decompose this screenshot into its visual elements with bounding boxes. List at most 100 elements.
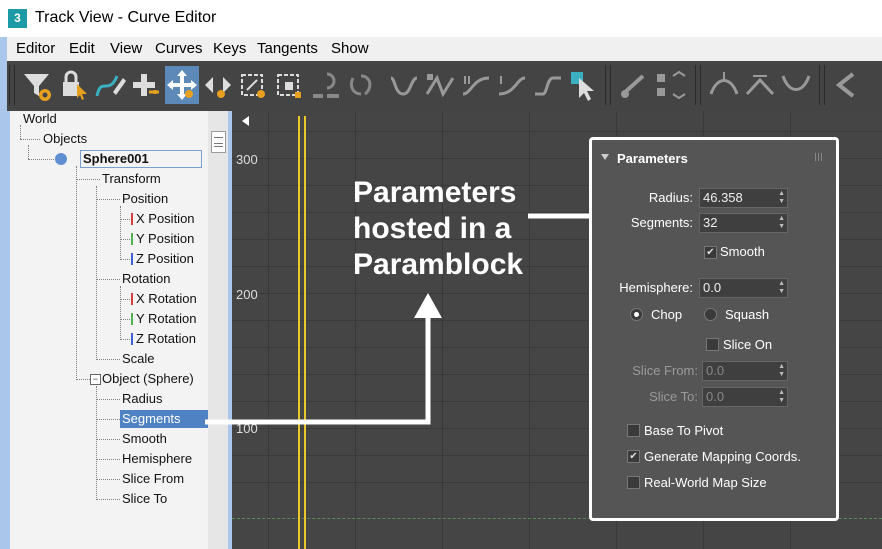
window-title: Track View - Curve Editor: [35, 9, 217, 26]
collapse-triangle-icon[interactable]: [601, 154, 609, 160]
key-chain-button[interactable]: [617, 66, 651, 104]
x-axis-color-icon: [131, 293, 133, 305]
tree-item-y-position[interactable]: Y Position: [136, 231, 194, 246]
tree-item-x-position[interactable]: X Position: [136, 211, 195, 226]
snap-frames-button[interactable]: [309, 66, 343, 104]
annotation-text: Parameters hosted in a Paramblock: [353, 176, 524, 281]
squash-radio[interactable]: [704, 308, 717, 321]
break-tangents-button[interactable]: [707, 66, 741, 104]
menu-edit[interactable]: Edit: [69, 40, 95, 57]
menu-show[interactable]: Show: [331, 40, 369, 57]
tree-item-hemisphere[interactable]: Hemisphere: [122, 451, 192, 466]
tree-item-x-rotation[interactable]: X Rotation: [136, 291, 197, 306]
move-keys-button[interactable]: [165, 66, 199, 104]
tree-item-rotation[interactable]: Rotation: [122, 271, 170, 286]
toolbar-separator-2: [695, 65, 701, 105]
slice-from-spinner[interactable]: 0.0 ▲ ▼: [702, 361, 788, 381]
z-axis-color-icon: [131, 333, 133, 345]
smooth-checkbox[interactable]: ✔: [704, 246, 717, 259]
slice-on-checkbox[interactable]: [706, 338, 719, 351]
tree-item-z-position[interactable]: Z Position: [136, 251, 194, 266]
hemisphere-spinner[interactable]: 0.0 ▲ ▼: [699, 278, 788, 298]
chain-icon: [621, 74, 645, 98]
tree-item-position[interactable]: Position: [122, 191, 168, 206]
tree-item-object-sphere[interactable]: Object (Sphere): [102, 371, 194, 386]
parameters-title[interactable]: Parameters: [617, 151, 688, 166]
tangent-custom-icon: [425, 74, 455, 98]
tree-item-world[interactable]: World: [23, 111, 57, 126]
slide-keys-button[interactable]: [201, 66, 235, 104]
unify-tangents-button[interactable]: [743, 66, 777, 104]
menu-bar: Editor Edit View Curves Keys Tangents Sh…: [7, 37, 882, 61]
y-axis-color-icon: [131, 233, 133, 245]
tangent-step-icon: [535, 76, 561, 96]
menu-view[interactable]: View: [110, 40, 142, 57]
tree-item-smooth[interactable]: Smooth: [122, 431, 167, 446]
tangent-step-button[interactable]: [531, 66, 565, 104]
lock-selection-button[interactable]: [57, 66, 91, 104]
loop-button[interactable]: [345, 66, 379, 104]
toolbar-separator-1: [605, 65, 611, 105]
slice-to-label: Slice To:: [649, 389, 698, 404]
tangent-slow-button[interactable]: [495, 66, 529, 104]
menu-tangents[interactable]: Tangents: [257, 40, 318, 57]
tree-item-objects[interactable]: Objects: [43, 131, 87, 146]
spinner-arrows-icon[interactable]: ▲ ▼: [778, 190, 785, 206]
drag-grip-icon[interactable]: [815, 153, 823, 161]
cursor-icon: [571, 72, 594, 101]
tree-item-slice-to[interactable]: Slice To: [122, 491, 167, 506]
tree-item-radius[interactable]: Radius: [122, 391, 162, 406]
scale-values-icon: [277, 74, 301, 98]
tangent-auto-button[interactable]: [387, 66, 421, 104]
parameters-panel: Parameters Radius: 46.358 ▲ ▼ Segments: 3…: [589, 137, 839, 521]
spinner-arrows-icon[interactable]: ▲ ▼: [778, 215, 785, 231]
y-axis-color-icon: [131, 313, 133, 325]
tree-scrollbar[interactable]: [208, 111, 228, 549]
scale-keys-button[interactable]: [237, 66, 271, 104]
menu-editor[interactable]: Editor: [16, 40, 55, 57]
stats-icon: [657, 70, 686, 100]
spinner-arrows-icon[interactable]: ▲ ▼: [778, 389, 785, 405]
slice-to-spinner[interactable]: 0.0 ▲ ▼: [702, 387, 788, 407]
tree-item-segments[interactable]: Segments: [120, 410, 219, 428]
filter-button[interactable]: [21, 66, 55, 104]
segments-spinner[interactable]: 32 ▲ ▼: [699, 213, 788, 233]
scale-keys-icon: [241, 74, 265, 98]
tree-item-transform[interactable]: Transform: [102, 171, 161, 186]
collapse-minus-icon[interactable]: −: [90, 374, 101, 385]
draw-curves-button[interactable]: [93, 66, 127, 104]
squash-label: Squash: [725, 307, 770, 322]
title-bar: 3 Track View - Curve Editor: [0, 0, 882, 37]
lock-tangents-button[interactable]: [779, 66, 813, 104]
scrollbar-thumb[interactable]: [211, 131, 226, 153]
tree-item-sphere001[interactable]: Sphere001: [80, 150, 202, 168]
tangent-custom-button[interactable]: [423, 66, 457, 104]
tangent-fast-button[interactable]: [459, 66, 493, 104]
real-world-map-checkbox[interactable]: [627, 476, 640, 489]
radius-spinner[interactable]: 46.358 ▲ ▼: [699, 188, 788, 208]
z-axis-color-icon: [131, 253, 133, 265]
key-stats-button[interactable]: [653, 66, 687, 104]
spinner-arrows-icon[interactable]: ▲ ▼: [778, 280, 785, 296]
tree-item-z-rotation[interactable]: Z Rotation: [136, 331, 196, 346]
generate-mapping-checkbox[interactable]: ✔: [627, 450, 640, 463]
spinner-arrows-icon[interactable]: ▲ ▼: [778, 363, 785, 379]
scale-values-button[interactable]: [273, 66, 307, 104]
add-keys-button[interactable]: [129, 66, 163, 104]
collapse-left-icon[interactable]: [242, 116, 249, 126]
magnet-icon: [313, 72, 339, 98]
base-to-pivot-checkbox[interactable]: [627, 424, 640, 437]
add-key-icon: [133, 74, 159, 96]
tree-item-scale[interactable]: Scale: [122, 351, 155, 366]
more-tools-button[interactable]: [829, 66, 863, 104]
tree-item-slice-from[interactable]: Slice From: [122, 471, 184, 486]
select-keys-button[interactable]: [567, 66, 601, 104]
chop-label: Chop: [651, 307, 683, 322]
menu-keys[interactable]: Keys: [213, 40, 246, 57]
chop-radio[interactable]: [630, 308, 643, 321]
time-slider-line: [298, 116, 300, 549]
menu-curves[interactable]: Curves: [155, 40, 203, 57]
tangent-fast-icon: [462, 76, 490, 96]
tree-item-y-rotation[interactable]: Y Rotation: [136, 311, 196, 326]
tangent-auto-icon: [390, 76, 418, 96]
